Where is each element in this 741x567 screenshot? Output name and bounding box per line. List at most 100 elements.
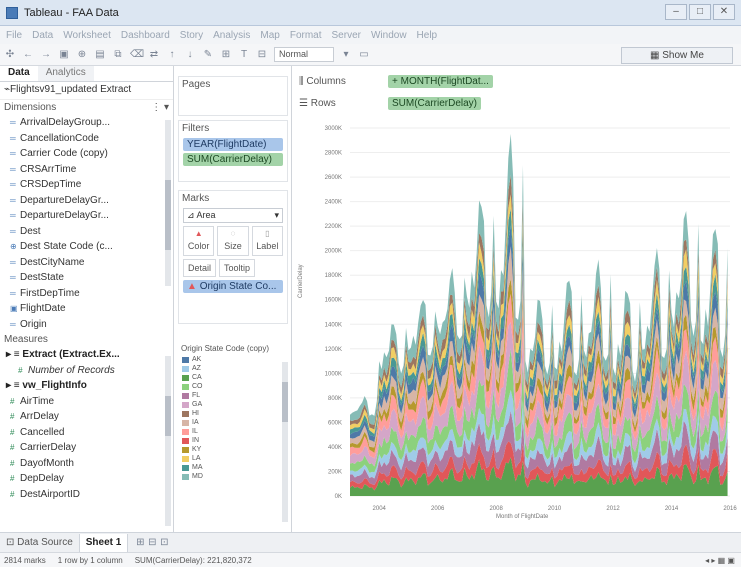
measure-field[interactable]: # AirTime: [0, 394, 173, 410]
measure-field[interactable]: # DayofMonth: [0, 456, 173, 472]
new-dashboard-tab-icon[interactable]: ⊟: [146, 537, 158, 549]
group-icon[interactable]: ⊞: [220, 49, 232, 61]
menu-story[interactable]: Story: [180, 30, 203, 41]
legend-item[interactable]: HI: [182, 409, 288, 418]
pages-card[interactable]: Pages: [178, 76, 288, 116]
show-me-button[interactable]: ▦ Show Me: [621, 47, 733, 64]
menu-help[interactable]: Help: [417, 30, 438, 41]
legend-item[interactable]: MA: [182, 463, 288, 472]
tableau-logo-icon[interactable]: ✣: [4, 49, 16, 61]
label-icon[interactable]: T: [238, 49, 250, 61]
menu-window[interactable]: Window: [371, 30, 407, 41]
legend-item[interactable]: IA: [182, 418, 288, 427]
swap-icon[interactable]: ⇄: [148, 49, 160, 61]
color-button[interactable]: ▲ Color: [183, 226, 215, 256]
duplicate-icon[interactable]: ⧉: [112, 49, 124, 61]
add-datasource-icon[interactable]: ⊕: [76, 49, 88, 61]
dimension-field[interactable]: ═ Dest: [0, 224, 173, 240]
close-button[interactable]: ✕: [713, 4, 735, 20]
menu-analysis[interactable]: Analysis: [213, 30, 250, 41]
dimension-field[interactable]: ═ DestState: [0, 270, 173, 286]
tooltip-button[interactable]: Tooltip: [219, 259, 256, 277]
dimensions-menu-icon[interactable]: ⋮ ▾: [151, 102, 169, 113]
legend-item[interactable]: IN: [182, 436, 288, 445]
columns-pill[interactable]: + MONTH(FlightDat...: [388, 74, 493, 88]
legend-scroll-thumb[interactable]: [282, 382, 288, 422]
new-worksheet-icon[interactable]: ▤: [94, 49, 106, 61]
view-toggle-icons[interactable]: ◂ ▸ ▦ ▣: [705, 556, 735, 565]
expand-icon[interactable]: ▸ ≡: [6, 349, 22, 360]
rows-shelf[interactable]: ☰ Rows SUM(CarrierDelay): [296, 94, 736, 112]
measure-group[interactable]: ▸ ≡ vw_FlightInfo: [0, 378, 173, 394]
measure-field[interactable]: # DestAirportID: [0, 487, 173, 503]
sort-desc-icon[interactable]: ↓: [184, 49, 196, 61]
dimension-field[interactable]: ⊕ Dest State Code (c...: [0, 239, 173, 255]
dimension-field[interactable]: ═ DepartureDelayGr...: [0, 208, 173, 224]
filter-pill-carrierdelay[interactable]: SUM(CarrierDelay): [183, 153, 283, 166]
measure-field[interactable]: # DepDelay: [0, 471, 173, 487]
legend-item[interactable]: KY: [182, 445, 288, 454]
dimension-field[interactable]: ═ Origin: [0, 317, 173, 333]
legend-item[interactable]: AZ: [182, 364, 288, 373]
label-button[interactable]: ▯ Label: [251, 226, 283, 256]
dimension-field[interactable]: ═ CRSDepTime: [0, 177, 173, 193]
dimension-field[interactable]: ═ Carrier Code (copy): [0, 146, 173, 162]
expand-icon[interactable]: ▸ ≡: [6, 380, 22, 391]
columns-shelf[interactable]: ⫼ Columns + MONTH(FlightDat...: [296, 72, 736, 90]
measure-field[interactable]: # CarrierDelay: [0, 440, 173, 456]
clear-icon[interactable]: ⌫: [130, 49, 144, 61]
fix-axes-icon[interactable]: ⊟: [256, 49, 268, 61]
dimensions-scrollbar[interactable]: [165, 120, 171, 286]
menu-map[interactable]: Map: [260, 30, 279, 41]
dimension-field[interactable]: ═ FirstDepTime: [0, 286, 173, 302]
legend-scrollbar[interactable]: [282, 362, 288, 522]
tab-data[interactable]: Data: [0, 66, 38, 81]
legend-item[interactable]: GA: [182, 400, 288, 409]
dimension-field[interactable]: ═ ArrivalDelayGroup...: [0, 115, 173, 131]
menu-worksheet[interactable]: Worksheet: [63, 30, 111, 41]
minimize-button[interactable]: –: [665, 4, 687, 20]
legend-item[interactable]: CO: [182, 382, 288, 391]
fit-dropdown[interactable]: Normal: [274, 47, 334, 62]
presentation-icon[interactable]: ▭: [358, 49, 370, 61]
filter-pill-year[interactable]: YEAR(FlightDate): [183, 138, 283, 151]
data-source-tab[interactable]: ⊡ Data Source: [0, 533, 80, 552]
measures-scroll-thumb[interactable]: [165, 396, 171, 436]
dimension-field[interactable]: ═ CancellationCode: [0, 131, 173, 147]
measure-field[interactable]: # ArrDelay: [0, 409, 173, 425]
highlight-icon[interactable]: ✎: [202, 49, 214, 61]
back-icon[interactable]: ←: [22, 49, 34, 61]
area-chart[interactable]: 0K 200K 400K 600K 800K 1000K 1200K 1400K 1600K 18…: [296, 118, 741, 532]
menu-format[interactable]: Format: [290, 30, 322, 41]
dimension-field[interactable]: ═ DestCityName: [0, 255, 173, 271]
measure-field[interactable]: # Cancelled: [0, 425, 173, 441]
dimensions-scroll-thumb[interactable]: [165, 180, 171, 250]
legend-item[interactable]: IL: [182, 427, 288, 436]
rows-pill[interactable]: SUM(CarrierDelay): [388, 96, 482, 110]
legend-item[interactable]: FL: [182, 391, 288, 400]
measures-scrollbar[interactable]: [165, 356, 171, 526]
show-labels-icon[interactable]: ▾: [340, 49, 352, 61]
dimension-field[interactable]: ═ DepartureDelayGr...: [0, 193, 173, 209]
new-story-tab-icon[interactable]: ⊡: [158, 537, 170, 549]
menu-data[interactable]: Data: [32, 30, 53, 41]
menu-dashboard[interactable]: Dashboard: [121, 30, 170, 41]
new-worksheet-tab-icon[interactable]: ⊞: [134, 537, 146, 549]
datasource-item[interactable]: ⌁Flightsv91_updated Extract: [0, 82, 173, 100]
menu-server[interactable]: Server: [332, 30, 361, 41]
forward-icon[interactable]: →: [40, 49, 52, 61]
legend-item[interactable]: MD: [182, 472, 288, 481]
tab-analytics[interactable]: Analytics: [37, 66, 94, 81]
dimension-field[interactable]: ▣ FlightDate: [0, 301, 173, 317]
maximize-button[interactable]: □: [689, 4, 711, 20]
save-icon[interactable]: ▣: [58, 49, 70, 61]
measure-group[interactable]: ▸ ≡ Extract (Extract.Ex...: [0, 347, 173, 363]
legend-item[interactable]: LA: [182, 454, 288, 463]
color-field-pill[interactable]: ▲ Origin State Co...: [183, 280, 283, 293]
measure-field[interactable]: # Number of Records: [0, 363, 173, 379]
dimension-field[interactable]: ═ CRSArrTime: [0, 162, 173, 178]
menu-file[interactable]: File: [6, 30, 22, 41]
legend-item[interactable]: CA: [182, 373, 288, 382]
mark-type-dropdown[interactable]: ⊿ Area ▾: [183, 208, 283, 223]
detail-button[interactable]: Detail: [183, 259, 217, 277]
